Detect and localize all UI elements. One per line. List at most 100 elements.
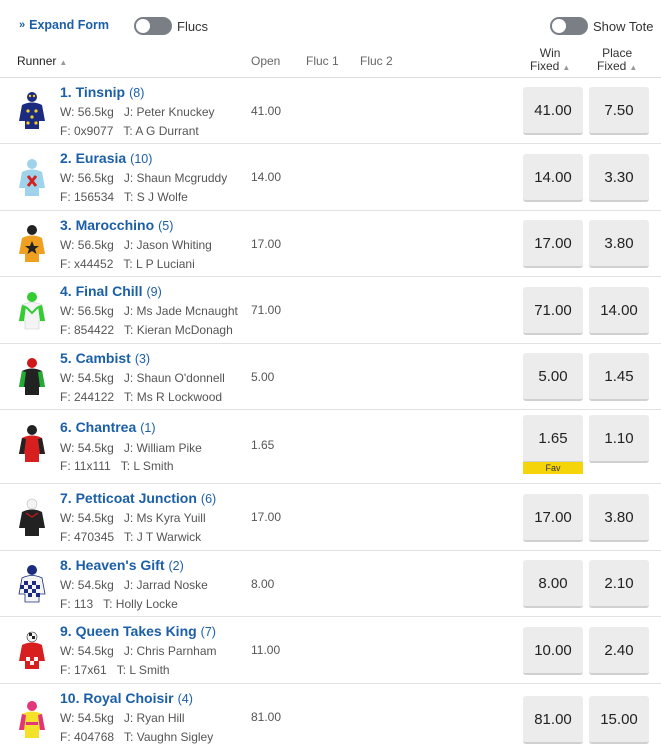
win-odds-value: 41.00 xyxy=(534,101,572,119)
win-fixed-odds-button[interactable]: 81.00 xyxy=(523,696,583,744)
flucs-toggle-label: Flucs xyxy=(177,19,209,34)
runner-trainer: T: L Smith xyxy=(116,663,170,677)
place-fixed-odds-button[interactable]: 3.80 xyxy=(589,494,649,542)
jockey-silk-icon xyxy=(19,425,45,462)
win-fixed-odds-button[interactable]: 17.00 xyxy=(523,220,583,268)
runner-form: F: 11x111 xyxy=(60,459,111,473)
runner-weight-jockey: W: 54.5kg J: Ms Kyra Yuill xyxy=(60,511,206,525)
win-fixed-odds-button[interactable]: 17.00 xyxy=(523,494,583,542)
jockey-silk-icon xyxy=(18,292,46,330)
open-price: 17.00 xyxy=(251,510,282,524)
open-price: 11.00 xyxy=(251,643,281,657)
runner-name[interactable]: 3. Marocchino (5) xyxy=(60,217,173,233)
jockey-silk-icon xyxy=(19,225,45,262)
runner-name[interactable]: 1. Tinsnip (8) xyxy=(60,84,144,100)
sort-icon: ▲ xyxy=(562,63,571,72)
win-odds-value: 17.00 xyxy=(534,508,572,526)
runner-form-trainer: F: 244122 T: Ms R Lockwood xyxy=(60,390,222,404)
show-tote-toggle[interactable] xyxy=(550,17,588,35)
runner-weight-jockey: W: 56.5kg J: Shaun Mcgruddy xyxy=(60,171,227,185)
win-fixed-odds-button[interactable]: 5.00 xyxy=(523,353,583,401)
place-fixed-odds-button[interactable]: 7.50 xyxy=(589,87,649,135)
runner-form-trainer: F: 113 T: Holly Locke xyxy=(60,597,178,611)
barrier-number: (5) xyxy=(158,219,174,233)
runner-weight: W: 56.5kg xyxy=(60,238,114,252)
runner-form-trainer: F: 470345 T: J T Warwick xyxy=(60,530,201,544)
place-odds-value: 3.80 xyxy=(604,234,634,252)
place-odds-value: 14.00 xyxy=(600,301,638,319)
runner-trainer: T: Vaughn Sigley xyxy=(124,730,214,744)
runner-name[interactable]: 6. Chantrea (1) xyxy=(60,419,156,435)
place-fixed-odds-button[interactable]: 15.00 xyxy=(589,696,649,744)
barrier-number: (10) xyxy=(130,152,153,166)
win-fixed-odds-button[interactable]: 41.00 xyxy=(523,87,583,135)
place-fixed-odds-button[interactable]: 2.10 xyxy=(589,560,649,608)
jockey-silk-icon xyxy=(19,701,45,738)
runner-jockey: J: Chris Parnham xyxy=(123,644,217,658)
runners-list: 1. Tinsnip (8) W: 56.5kg J: Peter Knuckey F:… xyxy=(0,78,661,749)
runner-trainer: T: S J Wolfe xyxy=(124,190,188,204)
win-fixed-odds-button[interactable]: 10.00 xyxy=(523,627,583,675)
win-odds-value: 17.00 xyxy=(534,234,572,252)
barrier-number: (1) xyxy=(140,421,156,435)
runner-name[interactable]: 2. Eurasia (10) xyxy=(60,150,152,166)
place-odds-value: 2.40 xyxy=(604,641,634,659)
runner-row: 8. Heaven's Gift (2) W: 54.5kg J: Jarrad No… xyxy=(0,551,661,617)
jockey-silk-icon xyxy=(18,565,46,603)
runner-jockey: J: Peter Knuckey xyxy=(123,105,215,119)
runner-row: 4. Final Chill (9) W: 56.5kg J: Ms Jade Mcn… xyxy=(0,277,661,344)
place-odds-value: 2.10 xyxy=(604,574,634,592)
runner-form: F: x44452 xyxy=(60,257,114,271)
runner-name[interactable]: 5. Cambist (3) xyxy=(60,350,150,366)
win-fixed-column-header[interactable]: Win Fixed ▲ xyxy=(530,47,570,74)
runner-trainer: T: L P Luciani xyxy=(123,257,195,271)
barrier-number: (9) xyxy=(146,285,162,299)
open-price: 41.00 xyxy=(251,104,282,118)
place-fixed-odds-button[interactable]: 1.45 xyxy=(589,353,649,401)
runner-jockey: J: Shaun Mcgruddy xyxy=(123,171,228,185)
win-fixed-odds-button[interactable]: 71.00 xyxy=(523,287,583,335)
open-price: 8.00 xyxy=(251,577,275,591)
place-fixed-column-header[interactable]: Place Fixed ▲ xyxy=(597,47,637,74)
runner-weight: W: 56.5kg xyxy=(60,105,114,119)
runner-form-trainer: F: 11x111 T: L Smith xyxy=(60,459,174,473)
runner-name[interactable]: 9. Queen Takes King (7) xyxy=(60,623,216,639)
place-fixed-odds-button[interactable]: 1.10 xyxy=(589,415,649,463)
double-chevron-down-icon: » xyxy=(19,19,26,31)
place-fixed-odds-button[interactable]: 3.30 xyxy=(589,154,649,202)
runner-name[interactable]: 4. Final Chill (9) xyxy=(60,283,162,299)
sort-icon: ▲ xyxy=(629,63,638,72)
place-fixed-odds-button[interactable]: 3.80 xyxy=(589,220,649,268)
runner-weight: W: 54.5kg xyxy=(60,371,114,385)
win-odds-value: 71.00 xyxy=(534,301,572,319)
runner-name[interactable]: 7. Petticoat Junction (6) xyxy=(60,490,216,506)
win-fixed-odds-button[interactable]: 1.65 xyxy=(523,415,583,463)
jockey-silk-icon xyxy=(19,631,45,669)
runner-form: F: 0x9077 xyxy=(60,124,114,138)
barrier-number: (2) xyxy=(168,559,184,573)
runner-weight: W: 54.5kg xyxy=(60,511,114,525)
place-odds-value: 1.45 xyxy=(604,367,634,385)
runner-column-header[interactable]: Runner ▲ xyxy=(17,54,67,68)
barrier-number: (6) xyxy=(200,492,217,506)
place-fixed-odds-button[interactable]: 2.40 xyxy=(589,627,649,675)
runner-name[interactable]: 8. Heaven's Gift (2) xyxy=(60,557,184,573)
runner-jockey: J: Jason Whiting xyxy=(123,238,212,252)
runner-form: F: 156534 xyxy=(60,190,115,204)
runner-form: F: 113 xyxy=(60,597,94,611)
win-odds-value: 8.00 xyxy=(538,574,568,592)
runner-row: 10. Royal Choisir (4) W: 54.5kg J: Ryan Hil… xyxy=(0,684,661,749)
place-fixed-odds-button[interactable]: 14.00 xyxy=(589,287,649,335)
win-fixed-odds-button[interactable]: 14.00 xyxy=(523,154,583,202)
place-odds-value: 3.30 xyxy=(604,168,634,186)
runner-row: 5. Cambist (3) W: 54.5kg J: Shaun O'donnell… xyxy=(0,344,661,410)
runner-trainer: T: Holly Locke xyxy=(103,597,178,611)
flucs-toggle[interactable] xyxy=(134,17,172,35)
barrier-number: (4) xyxy=(177,692,193,706)
expand-form-button[interactable]: » Expand Form xyxy=(19,18,109,32)
runner-name[interactable]: 10. Royal Choisir (4) xyxy=(60,690,193,706)
runner-jockey: J: Ryan Hill xyxy=(123,711,185,725)
runner-jockey: J: Ms Jade Mcnaught xyxy=(123,304,238,318)
favourite-badge: Fav xyxy=(523,462,583,474)
win-fixed-odds-button[interactable]: 8.00 xyxy=(523,560,583,608)
